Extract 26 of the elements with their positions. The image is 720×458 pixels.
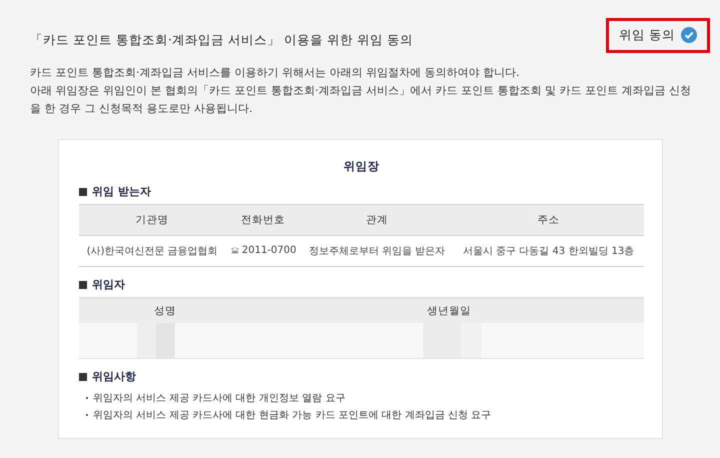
square-icon xyxy=(79,280,87,288)
column-header: 전화번호 xyxy=(225,204,301,236)
page-title: 「카드 포인트 통합조회·계좌입금 서비스」 이용을 위한 위임 동의 xyxy=(30,32,413,48)
square-icon xyxy=(79,372,87,380)
table-cell: (사)한국여신전문 금융업협회 xyxy=(79,236,226,266)
column-header: 생년월일 xyxy=(427,304,471,318)
intro-text: 아래 위임장은 위임인이 본 협회의「카드 포인트 통합조회·계좌입금 서비스」에서 카드 포인트 통합조회 및 카드 포인트 계좌입금 신청을 한 경우 그 신청목적 용도로만 사용됩니다. xyxy=(30,83,692,117)
section-heading: 위임 받는자 xyxy=(92,184,151,199)
list-item: 위임자의 서비스 제공 카드사에 대한 현금화 가능 카드 포인트에 대한 계좌입금 신청 요구 xyxy=(93,408,492,422)
column-header: 성명 xyxy=(154,304,176,318)
document-title: 위임장 xyxy=(342,159,380,174)
column-header: 관계 xyxy=(300,204,454,236)
consent-toggle[interactable]: 위임 동의 xyxy=(606,18,710,52)
list-item: 위임자의 서비스 제공 카드사에 대한 개인정보 열람 요구 xyxy=(93,392,346,404)
phone-icon xyxy=(230,246,240,254)
check-icon[interactable] xyxy=(681,27,697,43)
table-cell: 서울시 중구 다동길 43 한외빌딩 13층 xyxy=(453,236,644,266)
table-cell: 정보주체로부터 위임을 받은자 xyxy=(300,236,454,266)
section-heading: 위임사항 xyxy=(92,369,136,384)
square-icon xyxy=(79,188,87,196)
column-header: 기관명 xyxy=(79,204,226,236)
intro-text: 카드 포인트 통합조회·계좌입금 서비스를 이용하기 위해서는 아래의 위임절차에 동의하여야 합니다. xyxy=(30,65,520,81)
section-heading: 위임자 xyxy=(92,277,125,292)
column-header: 주소 xyxy=(453,204,644,236)
consent-label: 위임 동의 xyxy=(619,26,675,44)
table-cell: 2011-0700 xyxy=(225,236,301,266)
